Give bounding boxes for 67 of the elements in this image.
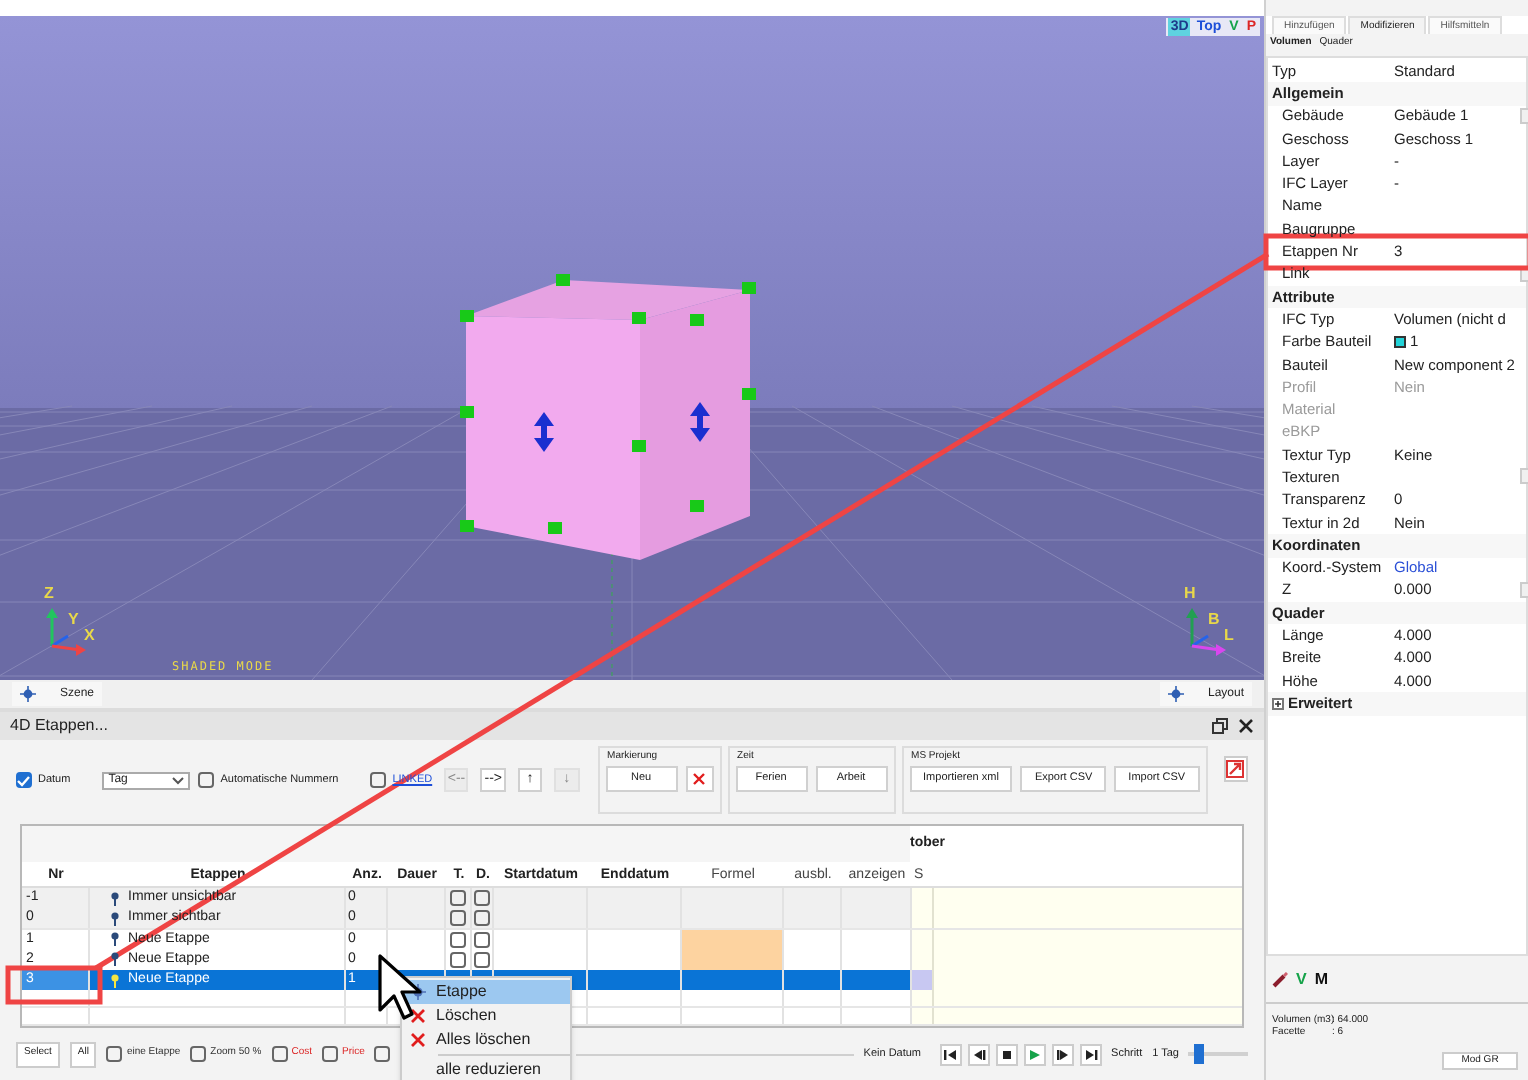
checkbox[interactable] (450, 951, 466, 968)
step-back-icon (971, 1047, 986, 1061)
arrow-icon (1226, 759, 1245, 777)
media-button[interactable] (1079, 1043, 1102, 1065)
timeline-cell (912, 970, 934, 991)
skip-back-icon (943, 1047, 958, 1061)
media-button[interactable] (967, 1043, 990, 1065)
checkbox[interactable] (450, 931, 466, 948)
table-cell (784, 949, 842, 970)
media-button[interactable] (995, 1043, 1018, 1065)
play-icon (1027, 1047, 1042, 1061)
delete-icon (410, 1032, 426, 1048)
highlight-frame (5, 965, 103, 1005)
axis-label: Z (44, 586, 54, 602)
axis-label: H (1184, 586, 1196, 602)
pin-icon (110, 973, 120, 988)
mouse-pointer-icon (378, 954, 424, 1022)
restore-window-icon[interactable] (1212, 718, 1228, 734)
stop-icon (999, 1047, 1014, 1061)
move-icon (20, 686, 36, 702)
panel-title: 4D Etappen... (10, 714, 108, 738)
axis-label: X (84, 628, 95, 644)
pin-icon (110, 891, 120, 905)
pin-icon (110, 952, 120, 967)
tool-button[interactable]: M (1314, 967, 1329, 991)
table-cell (588, 949, 682, 970)
skip-forward-icon (1083, 1047, 1098, 1061)
checkbox[interactable] (190, 1046, 207, 1062)
axis-label: L (1224, 628, 1234, 644)
export-button[interactable] (1223, 755, 1248, 781)
checkbox[interactable] (450, 890, 466, 906)
delete-icon (692, 772, 707, 786)
pin-icon (110, 932, 120, 947)
row-action-button[interactable] (1520, 265, 1528, 282)
checkbox[interactable] (106, 1046, 123, 1062)
media-button[interactable] (939, 1043, 962, 1065)
table-cell (842, 949, 912, 970)
table-cell (588, 970, 682, 991)
axis-label: B (1208, 612, 1220, 628)
delete-icon (410, 1008, 426, 1024)
menu-item[interactable]: Etappe (402, 980, 570, 1004)
table-cell (784, 970, 842, 991)
step-forward-icon (1055, 1047, 1070, 1061)
timeline-cell (912, 990, 934, 1007)
close-icon[interactable] (1238, 718, 1254, 734)
timeline-cell (912, 888, 934, 908)
pencil-icon[interactable] (1272, 971, 1288, 987)
checkbox[interactable] (370, 772, 387, 788)
checkbox[interactable] (271, 1046, 288, 1062)
checkbox[interactable] (322, 1046, 339, 1062)
pin-icon (110, 911, 120, 926)
axis-label: Y (68, 612, 79, 628)
media-button[interactable] (1051, 1043, 1074, 1065)
timeline-cell (912, 929, 934, 950)
delete-button[interactable] (685, 766, 714, 792)
table-cell (842, 970, 912, 991)
checkbox[interactable] (374, 1046, 391, 1062)
checkbox[interactable] (450, 910, 466, 927)
move-icon (1167, 686, 1184, 702)
menu-item[interactable]: alle reduzieren (402, 1058, 570, 1080)
checkbox[interactable] (198, 772, 215, 788)
timeline-cell (912, 949, 934, 970)
chevron-down-icon (172, 775, 185, 785)
slider-thumb[interactable] (1193, 1044, 1204, 1064)
expand-icon[interactable] (1272, 697, 1284, 710)
menu-item[interactable]: Alles löschen (402, 1028, 570, 1052)
timeline-cell (912, 908, 934, 929)
